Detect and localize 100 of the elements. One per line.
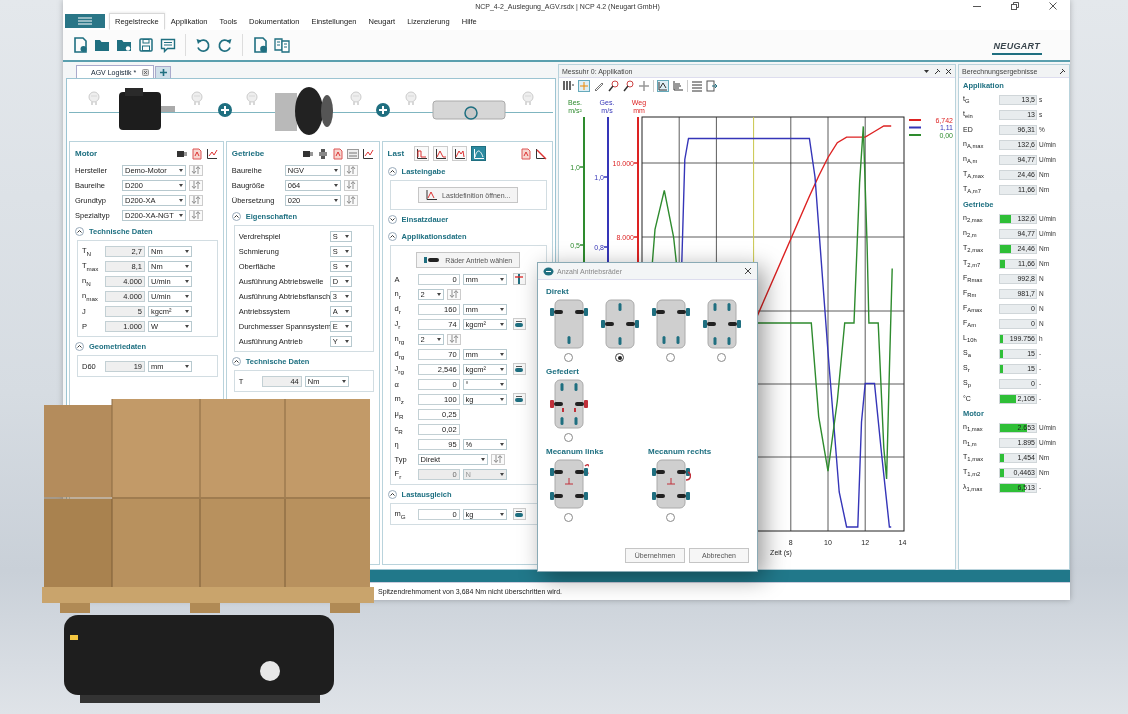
compare-icon[interactable] <box>274 37 290 53</box>
radio-button[interactable] <box>666 513 675 522</box>
caret-icon <box>344 249 349 253</box>
load-profile-icon <box>415 147 428 160</box>
close-icon[interactable] <box>1048 2 1058 10</box>
wheel-icon <box>514 319 525 329</box>
caret-icon <box>344 234 349 238</box>
plug-icon <box>348 91 363 105</box>
caret-icon <box>185 264 189 268</box>
sort-button[interactable] <box>490 453 505 465</box>
load-profile-icon <box>472 147 485 160</box>
collapse-icon[interactable] <box>387 490 397 499</box>
undo-icon[interactable] <box>195 37 211 53</box>
sort-button[interactable] <box>189 179 203 191</box>
collapse-icon[interactable] <box>75 227 84 236</box>
load-type-button[interactable] <box>471 146 487 161</box>
caret-icon <box>499 277 504 281</box>
sort-arrows-icon <box>345 181 356 189</box>
list-icon[interactable] <box>691 79 703 92</box>
wheel-icon <box>514 394 525 404</box>
pin-icon[interactable] <box>934 67 941 75</box>
export-icon[interactable] <box>706 79 718 92</box>
chart-icon[interactable] <box>205 147 218 160</box>
zoom-in-icon[interactable] <box>608 79 620 92</box>
caret-icon <box>333 198 338 202</box>
crossed-chart-icon[interactable] <box>535 147 547 160</box>
panel-title: Getriebe <box>231 149 266 158</box>
close-icon[interactable] <box>744 267 752 275</box>
vehicle-layout-drawing <box>548 378 589 430</box>
pdf-icon[interactable] <box>331 147 344 160</box>
calculate-button[interactable] <box>512 318 526 330</box>
columns-icon[interactable] <box>563 79 575 92</box>
pin-icon[interactable] <box>1059 67 1066 75</box>
add-tab-button[interactable] <box>155 66 172 78</box>
sort-button[interactable] <box>343 194 358 206</box>
add-icon[interactable] <box>217 103 232 117</box>
vehicle-layout-drawing <box>701 298 742 350</box>
plug-icon <box>190 91 205 105</box>
document-gear-icon[interactable] <box>252 37 268 53</box>
sort-button[interactable] <box>189 209 203 221</box>
radio-button[interactable] <box>615 353 624 362</box>
calculate-button[interactable] <box>512 363 526 375</box>
plug-icon <box>87 91 101 105</box>
radio-button[interactable] <box>564 513 573 522</box>
zoom-out-icon[interactable] <box>623 79 635 92</box>
sort-button[interactable] <box>189 194 203 206</box>
sort-arrows-icon <box>345 166 356 174</box>
sort-button[interactable] <box>343 179 358 191</box>
load-profile-icon <box>453 147 466 160</box>
radio-button[interactable] <box>666 353 675 362</box>
add-icon[interactable] <box>376 103 391 117</box>
caret-icon[interactable] <box>923 67 930 75</box>
group-title: Mecanum rechts <box>647 445 713 458</box>
caret-icon <box>185 364 189 368</box>
radio-button[interactable] <box>717 353 726 362</box>
caret-icon <box>185 309 189 313</box>
redo-icon[interactable] <box>217 37 233 53</box>
pdf-icon[interactable] <box>520 147 532 160</box>
chart-icon[interactable] <box>361 147 374 160</box>
close-icon[interactable] <box>142 68 150 76</box>
caret-icon <box>344 309 349 313</box>
calculate-button[interactable] <box>512 393 526 405</box>
offset-button[interactable] <box>512 273 526 285</box>
caret-icon <box>499 322 504 326</box>
pdf-icon[interactable] <box>190 147 203 160</box>
restore-icon[interactable] <box>1010 2 1020 10</box>
expand-icon[interactable] <box>387 215 397 224</box>
sort-button[interactable] <box>446 333 461 345</box>
folder-gear-icon[interactable] <box>116 37 132 53</box>
collapse-icon[interactable] <box>75 342 84 351</box>
save-icon[interactable] <box>138 37 154 53</box>
wheel-icon <box>514 509 525 519</box>
sort-button[interactable] <box>446 288 461 300</box>
new-file-icon[interactable] <box>72 37 88 53</box>
collapse-icon[interactable] <box>231 212 241 221</box>
collapse-icon[interactable] <box>231 357 241 366</box>
caret-icon <box>341 379 346 383</box>
plug-icon <box>520 91 535 105</box>
collapse-icon[interactable] <box>387 167 397 176</box>
comment-icon[interactable] <box>160 37 176 53</box>
menu-button[interactable] <box>65 14 105 28</box>
crosshair-icon[interactable] <box>578 79 590 92</box>
close-icon[interactable] <box>945 67 952 75</box>
caret-icon <box>185 324 189 328</box>
vehicle-layout-drawing <box>650 298 691 350</box>
panel-title: Motor <box>75 149 99 158</box>
collapse-icon[interactable] <box>387 232 397 241</box>
folder-icon[interactable] <box>94 37 110 53</box>
part-icon[interactable] <box>316 147 329 160</box>
caret-icon <box>499 442 504 446</box>
calculate-button[interactable] <box>512 508 526 520</box>
caret-icon <box>185 294 189 298</box>
sort-arrows-icon <box>191 166 201 174</box>
sort-arrows-icon <box>448 290 459 298</box>
chart-icon[interactable] <box>657 79 669 92</box>
menu-icon <box>78 17 92 25</box>
logo: NEUGART <box>991 35 1042 55</box>
radio-button[interactable] <box>564 353 573 362</box>
radio-button[interactable] <box>564 433 573 442</box>
caret-icon <box>179 183 183 187</box>
